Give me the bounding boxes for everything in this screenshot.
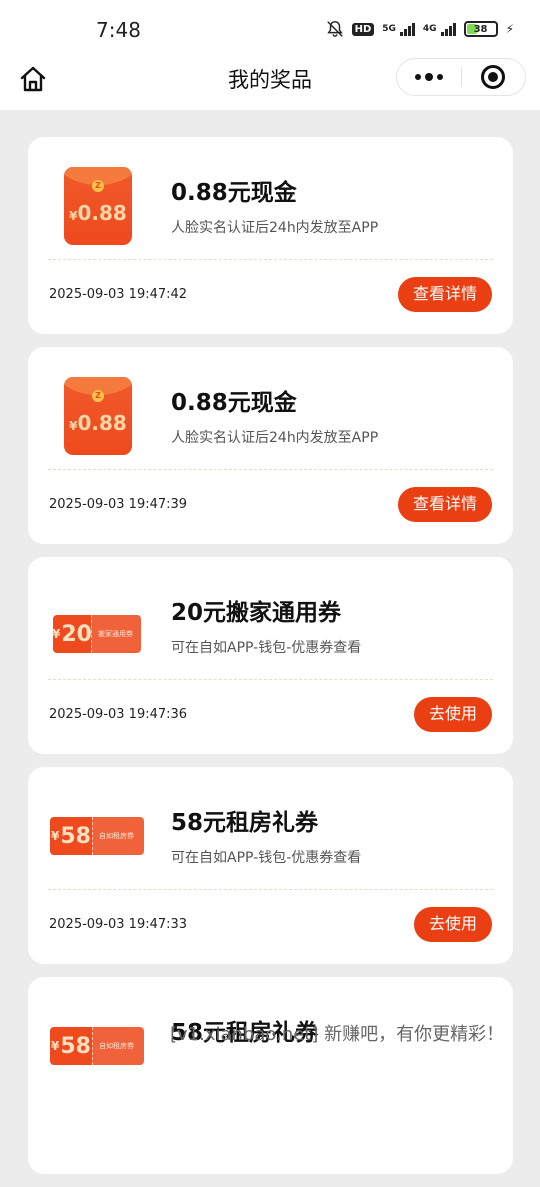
thumb-currency: ¥ — [51, 829, 60, 843]
coupon-thumbnail: ¥58 自如租房券 — [50, 1005, 144, 1085]
thumb-amount: 0.88 — [77, 201, 127, 225]
prize-description: 人脸实名认证后24h内发放至APP — [171, 430, 379, 446]
status-icons: HD 5G 4G 38 ⚡ — [326, 20, 514, 38]
prize-description: 可在自如APP-钱包-优惠券查看 — [171, 640, 362, 656]
view-details-button[interactable]: 查看详情 — [397, 487, 492, 522]
mute-bell-icon — [326, 20, 344, 38]
coupon-label: 自如租房券 — [99, 1042, 134, 1050]
thumb-currency: ¥ — [69, 209, 78, 223]
prize-timestamp: 2025-09-03 19:47:33 — [49, 917, 188, 932]
thumb-amount: 0.88 — [77, 411, 127, 435]
thumb-amount: 58 — [60, 1033, 91, 1059]
coupon-amount-block: ¥20 — [52, 615, 92, 653]
coupon-thumbnail: ¥58 自如租房券 — [50, 795, 144, 875]
prize-card: Z ¥0.88 0.88元现金 人脸实名认证后24h内发放至APP 2025-0… — [28, 347, 513, 544]
network-5g-label: 5G — [382, 24, 396, 34]
watermark: [v1.xianbao.net] 新赚吧，有你更精彩！ — [170, 1024, 505, 1045]
prize-timestamp: 2025-09-03 19:47:39 — [49, 497, 188, 512]
divider — [48, 679, 493, 680]
mini-program-capsule — [396, 58, 526, 96]
prize-title: 58元租房礼券 — [171, 810, 319, 836]
battery-level: 38 — [473, 23, 488, 35]
coupon-label-block: 自如租房券 — [92, 817, 144, 855]
prize-title: 20元搬家通用券 — [171, 600, 342, 626]
thumb-amount: 58 — [60, 823, 91, 849]
prize-card: Z ¥0.88 0.88元现金 人脸实名认证后24h内发放至APP 2025-0… — [28, 137, 513, 334]
battery-icon: 38 — [463, 21, 498, 37]
prize-card: ¥58 自如租房券 58元租房礼券 可在自如APP-钱包-优惠券查看 2025-… — [28, 767, 513, 964]
coupon-icon: ¥20 搬家通用券 — [52, 615, 141, 653]
red-envelope-thumbnail: Z ¥0.88 — [50, 165, 140, 245]
more-button[interactable] — [397, 59, 461, 95]
coupon-label-block: 搬家通用券 — [91, 615, 141, 653]
target-icon — [481, 65, 506, 89]
prize-card: ¥20 搬家通用券 20元搬家通用券 可在自如APP-钱包-优惠券查看 2025… — [28, 557, 513, 754]
view-details-button[interactable]: 查看详情 — [397, 277, 492, 312]
status-bar: 7:48 HD 5G 4G 38 ⚡ — [0, 0, 540, 58]
coupon-icon: ¥58 自如租房券 — [50, 1027, 144, 1065]
thumb-amount: 20 — [61, 621, 92, 647]
coupon-thumbnail: ¥20 搬家通用券 — [50, 585, 141, 665]
thumb-currency: ¥ — [51, 1039, 60, 1053]
divider — [48, 889, 493, 890]
use-button[interactable]: 去使用 — [413, 697, 492, 732]
prize-timestamp: 2025-09-03 19:47:36 — [49, 707, 188, 722]
prize-title: 0.88元现金 — [171, 390, 297, 416]
red-envelope-icon: Z ¥0.88 — [64, 167, 132, 245]
thumb-currency: ¥ — [69, 419, 78, 433]
coupon-amount-block: ¥58 — [50, 1027, 92, 1065]
coupon-icon: ¥58 自如租房券 — [50, 817, 144, 855]
coupon-label: 自如租房券 — [99, 832, 134, 840]
more-icon — [414, 72, 443, 81]
hd-badge: HD — [351, 22, 375, 36]
red-envelope-icon: Z ¥0.88 — [64, 377, 132, 455]
prize-description: 可在自如APP-钱包-优惠券查看 — [171, 850, 362, 866]
prize-card: ¥58 自如租房券 58元租房礼券 — [28, 977, 513, 1174]
prize-description: 人脸实名认证后24h内发放至APP — [171, 220, 379, 236]
coin-icon: Z — [92, 180, 104, 192]
thumb-currency: ¥ — [52, 627, 61, 641]
use-button[interactable]: 去使用 — [413, 907, 492, 942]
divider — [48, 469, 493, 470]
prize-timestamp: 2025-09-03 19:47:42 — [49, 287, 188, 302]
divider — [48, 259, 493, 260]
network-4g-label: 4G — [422, 24, 437, 34]
prize-title: 0.88元现金 — [171, 180, 297, 206]
signal-icon-2 — [440, 22, 456, 36]
close-mini-program-button[interactable] — [462, 59, 526, 95]
coupon-label-block: 自如租房券 — [92, 1027, 144, 1065]
red-envelope-thumbnail: Z ¥0.88 — [50, 375, 140, 455]
signal-icon — [399, 22, 415, 36]
coupon-amount-block: ¥58 — [50, 817, 92, 855]
coin-icon: Z — [92, 390, 104, 402]
charging-icon: ⚡ — [505, 22, 514, 36]
status-time: 7:48 — [96, 18, 141, 42]
coupon-label: 搬家通用券 — [98, 630, 133, 638]
nav-bar: 我的奖品 — [0, 58, 540, 110]
